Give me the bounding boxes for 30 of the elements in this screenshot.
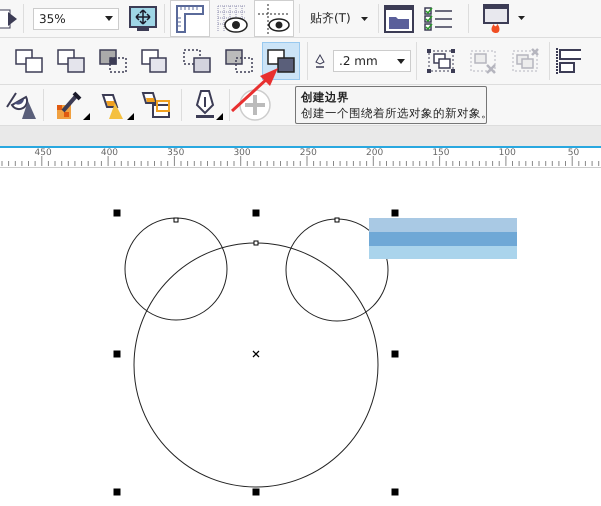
center-mark-icon <box>252 350 260 358</box>
pen-nib-icon <box>315 54 325 68</box>
snap-menu[interactable]: 贴齐(T) <box>305 4 373 34</box>
window-flame-icon[interactable] <box>482 4 526 34</box>
tooltip-description: 创建一个围绕着所选对象的新对象。 <box>301 105 493 121</box>
ruler-label: 150 <box>432 148 450 158</box>
ruler-label: 350 <box>167 148 184 158</box>
align-left-icon[interactable] <box>555 46 581 76</box>
folder-window-icon[interactable] <box>384 4 414 32</box>
rulers-toggle[interactable] <box>170 0 210 37</box>
ruler-label: 50 <box>568 148 580 158</box>
ruler-label: 300 <box>233 148 251 158</box>
outline-width-field[interactable]: .2 mm <box>333 50 411 72</box>
ruler-label: 200 <box>366 148 384 158</box>
caret-icon <box>360 16 368 20</box>
plus-icon[interactable] <box>239 89 271 121</box>
caret-icon <box>105 16 113 21</box>
caret-icon <box>397 58 405 64</box>
ruler-label: 450 <box>34 148 52 158</box>
paint-bucket-copy-icon[interactable] <box>141 89 173 121</box>
checklist-icon[interactable] <box>424 6 454 32</box>
fit-page-button[interactable] <box>127 4 159 34</box>
ruler-label: 400 <box>100 148 118 158</box>
zoom-field[interactable]: 35% <box>33 8 119 30</box>
eyedropper-icon[interactable] <box>55 89 91 121</box>
tooltip-title: 创建边界 <box>301 89 349 105</box>
ruler-label: 100 <box>498 148 516 158</box>
create-boundary-button[interactable] <box>262 42 300 80</box>
ruler-label: 250 <box>300 148 317 158</box>
guidelines-toggle[interactable] <box>254 0 294 37</box>
